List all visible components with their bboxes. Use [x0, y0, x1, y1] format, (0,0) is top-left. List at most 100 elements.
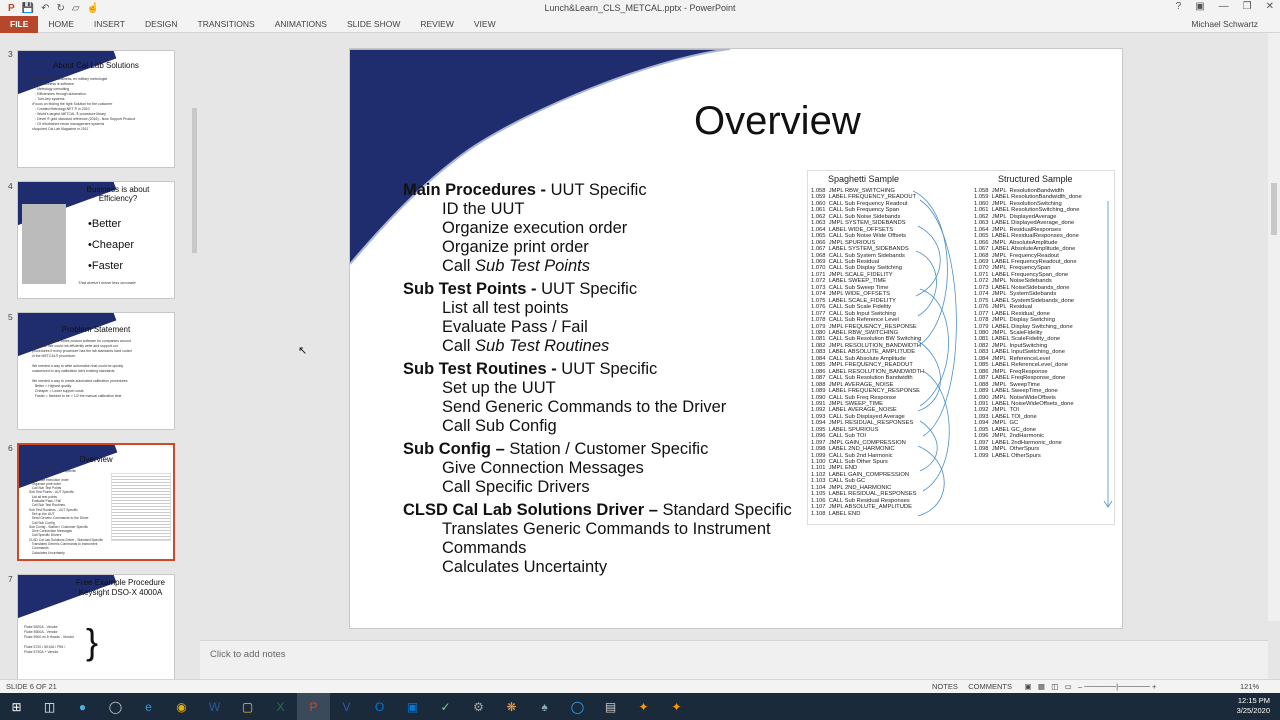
zoom-slider[interactable]: – ──────|────── + — [1078, 682, 1156, 691]
app-icon[interactable]: ❋ — [495, 693, 528, 720]
comments-button[interactable]: COMMENTS — [968, 682, 1012, 691]
slideshow-icon[interactable]: ▱ — [72, 3, 80, 14]
thumbnail-text: Fluke 5520A - Vendor Fluke 5500A - Vendo… — [24, 625, 75, 654]
slide-number: 6 — [8, 443, 13, 453]
spaghetti-code: 1.058 JMPL RBW_SWITCHING 1.059 LABEL FRE… — [811, 188, 925, 517]
app-icon[interactable]: ✦ — [627, 693, 660, 720]
redo-icon[interactable]: ↻ — [57, 3, 65, 14]
list-item: Set up the UUT — [442, 379, 556, 397]
tab-home[interactable]: HOME — [38, 19, 84, 29]
current-slide[interactable]: Overview Main Procedures - UUT Specific … — [349, 48, 1123, 629]
panel-scrollbar-thumb[interactable] — [192, 108, 197, 253]
list-item: Call Sub Test Routines — [442, 337, 610, 355]
mouse-cursor-icon: ↖ — [298, 345, 308, 357]
thumbnail-title: About Cal Lab Solutions — [53, 61, 139, 70]
file-explorer-icon[interactable]: ▢ — [231, 693, 264, 720]
slide-sorter-icon[interactable]: ▦ — [1038, 682, 1045, 691]
task-view-icon[interactable]: ◫ — [33, 693, 66, 720]
slide-thumbnail-3[interactable]: About Cal Lab Solutions •Veteran owned b… — [17, 50, 175, 168]
bullet-item: •Better — [88, 218, 122, 230]
save-icon[interactable]: 💾 — [22, 3, 34, 14]
edge-icon[interactable]: e — [132, 693, 165, 720]
user-name[interactable]: Michael Schwartz — [1191, 19, 1258, 29]
zoom-level[interactable]: 121% — [1240, 682, 1259, 691]
ppt-icon: P — [8, 2, 15, 14]
tab-animations[interactable]: ANIMATIONS — [265, 19, 337, 29]
server-rack-image — [22, 204, 66, 284]
tab-insert[interactable]: INSERT — [84, 19, 135, 29]
editor-scrollbar-thumb[interactable] — [1271, 183, 1277, 235]
slide-counter: SLIDE 6 OF 21 — [6, 682, 57, 691]
help-icon[interactable]: ? — [1176, 1, 1182, 12]
bullet-item: •Faster — [88, 260, 124, 272]
tab-slide-show[interactable]: SLIDE SHOW — [337, 19, 410, 29]
slide-thumbnail-5[interactable]: Problem Statement Cal Lab Solutions writ… — [17, 312, 175, 430]
normal-view-icon[interactable]: ▣ — [1025, 682, 1032, 691]
thumbnail-text: Cal Lab Solutions writes custom software… — [32, 339, 132, 398]
tab-review[interactable]: REVIEW — [410, 19, 464, 29]
start-icon[interactable]: ⊞ — [0, 693, 33, 720]
tab-transitions[interactable]: TRANSITIONS — [188, 19, 265, 29]
app-icon[interactable]: ♠ — [528, 693, 561, 720]
close-icon[interactable]: ✕ — [1266, 1, 1274, 12]
status-buttons: NOTES COMMENTS ▣ ▦ ◫ ▭ – ──────|────── + — [932, 682, 1156, 691]
clock-date: 3/25/2020 — [1236, 706, 1270, 715]
list-item: Call Sub Config — [442, 417, 557, 435]
excel-icon[interactable]: X — [264, 693, 297, 720]
ribbon-tabs: FILE HOME INSERT DESIGN TRANSITIONS ANIM… — [0, 15, 1280, 33]
chrome-icon[interactable]: ◉ — [165, 693, 198, 720]
heading-bold: Sub Config – — [403, 440, 510, 458]
thumbnail-code-image — [111, 473, 171, 541]
slide-thumbnail-6[interactable]: Overview Main Procedures - UUT Specific … — [17, 443, 175, 561]
list-item: Give Connection Messages — [442, 459, 644, 477]
quick-access-toolbar: P 💾 ↶ ↻ ▱ ☝ — [8, 3, 99, 14]
touch-mode-icon[interactable]: ☝ — [87, 3, 99, 14]
tab-design[interactable]: DESIGN — [135, 19, 188, 29]
notes-pane[interactable]: Click to add notes — [200, 640, 1268, 679]
restore-icon[interactable]: ❐ — [1243, 1, 1252, 12]
reading-view-icon[interactable]: ◫ — [1051, 682, 1058, 691]
heading-tail: UUT Specific — [541, 280, 638, 298]
slide-thumbnail-4[interactable]: Business is about Efficiency? •Better •C… — [17, 181, 175, 299]
spaghetti-sample-title: Spaghetti Sample — [828, 174, 900, 184]
thumbnail-bullets: •Better •Cheaper •Faster — [88, 214, 134, 277]
app-icon[interactable]: ● — [66, 693, 99, 720]
minimize-icon[interactable]: — — [1219, 1, 1229, 12]
system-clock[interactable]: 12:15 PM 3/25/2020 — [1237, 696, 1270, 716]
visio-icon[interactable]: V — [330, 693, 363, 720]
list-item: ID the UUT — [442, 200, 525, 218]
panel-scrollbar[interactable] — [190, 33, 200, 679]
app-icon[interactable]: ✓ — [429, 693, 462, 720]
notes-button[interactable]: NOTES — [932, 682, 958, 691]
editor-scrollbar[interactable] — [1268, 33, 1280, 621]
list-item: List all test points — [442, 299, 569, 317]
slide-body[interactable]: Main Procedures - UUT Specific ID the UU… — [403, 177, 823, 577]
slideshow-view-icon[interactable]: ▭ — [1065, 682, 1072, 691]
slide-title[interactable]: Overview — [694, 99, 861, 144]
brace-graphic: } — [86, 621, 99, 662]
tab-file[interactable]: FILE — [0, 15, 39, 33]
ribbon-display-icon[interactable]: ▣ — [1195, 1, 1204, 12]
outlook-icon[interactable]: O — [363, 693, 396, 720]
slide-thumbnail-7[interactable]: Free Example Procedure Keysight DSO-X 40… — [17, 574, 175, 679]
thumbnail-title: Overview — [79, 455, 113, 464]
code-comparison-image[interactable]: Spaghetti Sample Structured Sample 1.058… — [807, 170, 1115, 525]
heading-bold: CLSD Cal Lab Solutions Driver – — [403, 501, 663, 519]
clock-time: 12:15 PM — [1237, 696, 1270, 705]
section-heading: CLSD Cal Lab Solutions Driver – Standard… — [403, 501, 823, 520]
app-icon[interactable]: ◯ — [99, 693, 132, 720]
tab-view[interactable]: VIEW — [464, 19, 506, 29]
word-icon[interactable]: W — [198, 693, 231, 720]
powerpoint-icon[interactable]: P — [297, 693, 330, 720]
app-icon[interactable]: ◯ — [561, 693, 594, 720]
app-icon[interactable]: ▣ — [396, 693, 429, 720]
slide-number: 3 — [8, 49, 13, 59]
undo-icon[interactable]: ↶ — [41, 3, 49, 14]
app-icon[interactable]: ⚙ — [462, 693, 495, 720]
heading-tail: UUT Specific — [561, 360, 658, 378]
app-icon[interactable]: ✦ — [660, 693, 693, 720]
app-icon[interactable]: ▤ — [594, 693, 627, 720]
slide-number: 4 — [8, 181, 13, 191]
notes-placeholder[interactable]: Click to add notes — [210, 649, 286, 660]
list-item: Translates Generic Commands to Instrumen… — [442, 520, 771, 538]
